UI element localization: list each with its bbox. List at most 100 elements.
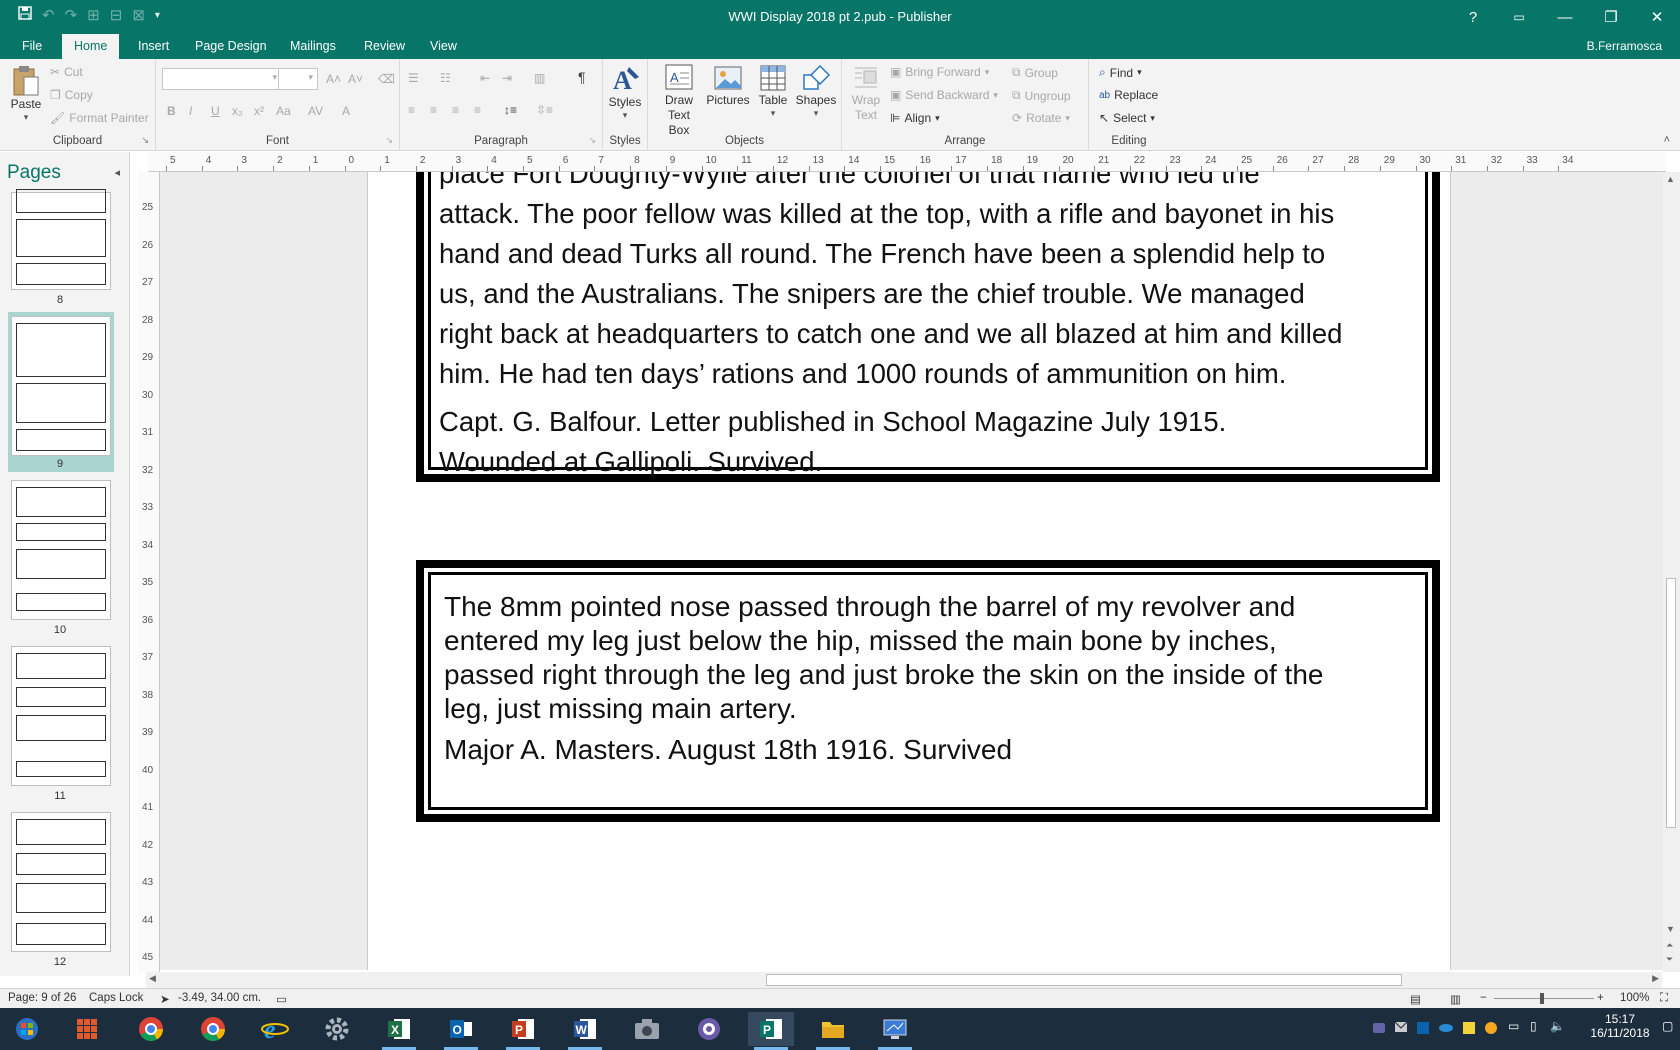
zoom-level[interactable]: 100% xyxy=(1620,992,1649,1004)
quote-1-text[interactable]: place Fort Doughty-Wylie after the colon… xyxy=(439,172,1342,482)
line-spacing-icon[interactable]: ↕≡ xyxy=(504,103,517,117)
chrome-icon[interactable] xyxy=(128,1012,174,1046)
publisher-icon[interactable]: P xyxy=(748,1012,794,1050)
superscript-button[interactable]: x² xyxy=(254,104,264,118)
notes-icon[interactable] xyxy=(1462,1021,1476,1038)
vertical-scrollbar[interactable]: ▲ ▼ ⏶ ⏷ xyxy=(1662,172,1680,972)
collapse-ribbon-icon[interactable]: ˄ xyxy=(1664,134,1670,146)
previous-page-icon[interactable]: ⏶ xyxy=(1666,940,1673,951)
clear-formatting-icon[interactable]: ⌫ xyxy=(378,72,395,86)
quote-2-text[interactable]: The 8mm pointed nose passed through the … xyxy=(444,590,1323,767)
close-button[interactable]: ✕ xyxy=(1634,0,1680,34)
user-name[interactable]: B.Ferramosca xyxy=(1587,34,1662,59)
send-backward-button[interactable]: ▣ Send Backward ▾ xyxy=(890,88,998,102)
ungroup-button[interactable]: ⧉ Ungroup xyxy=(1012,88,1071,103)
restore-button[interactable]: ❐ xyxy=(1588,0,1634,34)
shrink-font-icon[interactable]: A˅ xyxy=(348,72,363,86)
shapes-button[interactable]: Shapes ▾ xyxy=(794,63,838,119)
tab-page-design[interactable]: Page Design xyxy=(183,34,279,59)
excel-icon[interactable]: X xyxy=(376,1012,422,1050)
paste-button[interactable]: Paste ▾ xyxy=(8,65,44,123)
next-page-icon[interactable]: ⏷ xyxy=(1666,954,1673,965)
security-icon[interactable] xyxy=(1484,1021,1498,1038)
outlook-tray-icon[interactable] xyxy=(1416,1021,1430,1038)
tab-mailings[interactable]: Mailings xyxy=(278,34,348,59)
onedrive-icon[interactable] xyxy=(1438,1021,1454,1036)
subscript-button[interactable]: x₂ xyxy=(232,104,243,118)
word-icon[interactable]: W xyxy=(562,1012,608,1050)
increase-indent-icon[interactable]: ⇥ xyxy=(502,71,512,85)
columns-icon[interactable]: ▥ xyxy=(534,71,545,85)
page-thumbnail-9[interactable] xyxy=(11,316,111,456)
horizontal-scrollbar[interactable]: ◀ ▶ xyxy=(146,972,1662,988)
wrap-text-button[interactable]: Wrap Text xyxy=(846,63,886,123)
font-launcher-icon[interactable]: ↘ xyxy=(385,135,393,146)
zoom-in-button[interactable]: + xyxy=(1597,992,1604,1004)
font-name-field[interactable]: ▾ xyxy=(162,68,282,90)
internet-explorer-icon[interactable]: e xyxy=(252,1012,298,1046)
pictures-button[interactable]: Pictures xyxy=(704,63,752,108)
scroll-right-icon[interactable]: ▶ xyxy=(1652,973,1659,984)
font-color-button[interactable]: A xyxy=(342,104,350,118)
replace-button[interactable]: ab Replace xyxy=(1099,88,1158,102)
numbering-icon[interactable]: ☷ xyxy=(440,71,451,85)
outlook-icon[interactable]: O xyxy=(438,1012,484,1050)
copy-button[interactable]: ❐ Copy xyxy=(50,88,93,102)
clipboard-launcher-icon[interactable]: ↘ xyxy=(141,135,149,146)
paragraph-launcher-icon[interactable]: ↘ xyxy=(588,135,596,146)
character-spacing-button[interactable]: AV xyxy=(308,104,323,118)
rotate-button[interactable]: ⟳ Rotate ▾ xyxy=(1012,111,1070,125)
align-right-icon[interactable]: ≡ xyxy=(452,103,459,117)
tab-review[interactable]: Review xyxy=(352,34,417,59)
network-icon[interactable]: ▭ xyxy=(1508,1019,1519,1033)
powerpoint-icon[interactable]: P xyxy=(500,1012,546,1050)
volume-icon[interactable]: 🔈 xyxy=(1550,1019,1565,1033)
styles-button[interactable]: A Styles ▾ xyxy=(605,63,645,121)
bold-button[interactable]: B xyxy=(167,104,176,118)
teams-icon[interactable] xyxy=(1372,1021,1386,1038)
bullets-icon[interactable]: ☰ xyxy=(408,71,419,85)
zoom-slider-track[interactable] xyxy=(1494,998,1594,999)
file-explorer-icon[interactable] xyxy=(810,1012,856,1050)
scroll-left-icon[interactable]: ◀ xyxy=(149,973,156,984)
help-button[interactable]: ? xyxy=(1450,0,1496,34)
document-canvas[interactable]: place Fort Doughty-Wylie after the colon… xyxy=(160,172,1662,970)
settings-icon[interactable] xyxy=(314,1012,360,1046)
tab-view[interactable]: View xyxy=(418,34,469,59)
single-page-view-icon[interactable]: ▤ xyxy=(1410,992,1421,1006)
cut-button[interactable]: ✂ Cut xyxy=(50,65,83,79)
fit-page-icon[interactable]: ⛶ xyxy=(1660,992,1668,1005)
collapse-pane-icon[interactable]: ◂ xyxy=(114,166,120,179)
battery-icon[interactable]: ▯ xyxy=(1530,1019,1537,1033)
horizontal-scroll-thumb[interactable] xyxy=(766,974,1402,986)
zoom-slider-thumb[interactable] xyxy=(1540,993,1544,1004)
notifications-icon[interactable]: ▢ xyxy=(1662,1019,1673,1033)
align-button[interactable]: ⊫ Align ▾ xyxy=(890,111,940,125)
decrease-indent-icon[interactable]: ⇤ xyxy=(480,71,490,85)
system-clock[interactable]: 15:17 16/11/2018 xyxy=(1590,1012,1650,1040)
format-painter-button[interactable]: 🖌 Format Painter xyxy=(50,111,149,125)
underline-button[interactable]: U xyxy=(211,104,220,118)
zoom-out-button[interactable]: − xyxy=(1480,992,1487,1004)
vertical-ruler[interactable]: 25 26 27 28 29 30 31 32 33 34 35 36 37 38 39 40 41 42 43 44… xyxy=(138,172,160,972)
bring-forward-button[interactable]: ▣ Bring Forward ▾ xyxy=(890,65,989,79)
draw-text-box-button[interactable]: A Draw Text Box xyxy=(656,63,702,138)
align-left-icon[interactable]: ≡ xyxy=(408,103,415,117)
chrome-icon[interactable] xyxy=(190,1012,236,1046)
vertical-scroll-thumb[interactable] xyxy=(1666,578,1676,828)
tab-file[interactable]: File xyxy=(10,34,54,59)
group-button[interactable]: ⧉ Group xyxy=(1012,65,1058,80)
horizontal-ruler[interactable]: 5 4 3 2 1 0 1 2 3 4 5 6 7 8 9 10 11 12 13 14 15 16 17 18 19 20 21 2… xyxy=(148,152,1666,172)
media-icon[interactable] xyxy=(686,1012,732,1046)
change-case-button[interactable]: Aa xyxy=(276,104,291,118)
pilcrow-icon[interactable]: ¶ xyxy=(578,69,586,85)
table-button[interactable]: Table ▾ xyxy=(752,63,794,119)
minimize-button[interactable]: — xyxy=(1542,0,1588,34)
tab-home[interactable]: Home xyxy=(62,34,120,59)
align-center-icon[interactable]: ≡ xyxy=(430,103,437,117)
scroll-up-icon[interactable]: ▲ xyxy=(1666,174,1675,184)
justify-icon[interactable]: ≡ xyxy=(474,103,481,117)
tab-insert[interactable]: Insert xyxy=(126,34,181,59)
find-button[interactable]: ⌕ Find ▾ xyxy=(1099,65,1142,80)
select-button[interactable]: ↖ Select ▾ xyxy=(1099,111,1155,125)
